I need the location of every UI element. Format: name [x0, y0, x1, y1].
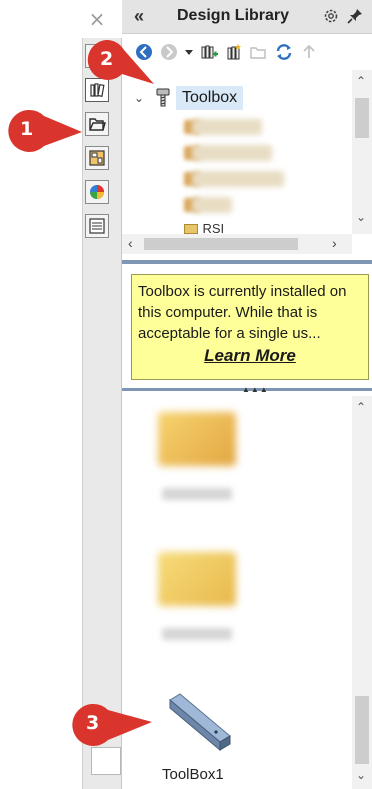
- callout-marker-2: 2: [82, 36, 156, 86]
- scroll-up-icon[interactable]: ⌃: [356, 74, 366, 88]
- forward-icon[interactable]: [159, 42, 179, 62]
- close-icon[interactable]: ×: [86, 8, 108, 30]
- library-tree: ⌄ Toolbox RSI ⌃ ⌄ ‹ ›: [122, 70, 372, 258]
- blurred-tree-item: [192, 171, 284, 187]
- scroll-thumb[interactable]: [355, 696, 369, 764]
- items-vertical-scrollbar[interactable]: ⌃ ⌄: [352, 396, 372, 789]
- partial-tree-item: RSI: [184, 224, 244, 234]
- partial-tree-label: RSI: [202, 224, 225, 234]
- blurred-tree-item: [192, 119, 262, 135]
- blurred-item-label: [162, 628, 232, 640]
- callout-marker-1: 1: [4, 108, 84, 154]
- tabbar-bottom-box: [91, 747, 121, 775]
- settings-icon[interactable]: [322, 7, 340, 25]
- panel-title: Design Library: [177, 7, 290, 24]
- appearances-tab[interactable]: [85, 180, 109, 204]
- collapse-icon[interactable]: «: [134, 6, 144, 26]
- design-library-toolbar: [122, 34, 372, 70]
- appearances-icon: [90, 185, 104, 199]
- design-library-header: « Design Library: [122, 0, 372, 34]
- scroll-right-icon[interactable]: ›: [332, 235, 337, 251]
- blurred-tree-item: [192, 197, 232, 213]
- library-items-panel: ToolBox1 ⌃ ⌄: [122, 396, 372, 789]
- refresh-icon[interactable]: [274, 42, 294, 62]
- blurred-tree-item: [192, 145, 272, 161]
- add-to-library-icon[interactable]: [199, 42, 219, 62]
- scroll-down-icon[interactable]: ⌄: [356, 768, 366, 782]
- blurred-item-label: [162, 488, 232, 500]
- scroll-up-icon[interactable]: ⌃: [356, 400, 366, 414]
- task-pane-tabbar: [82, 38, 122, 789]
- dropdown-icon[interactable]: [184, 42, 194, 62]
- toolbox1-label[interactable]: ToolBox1: [162, 766, 224, 783]
- file-explorer-tab[interactable]: [85, 112, 109, 136]
- toolbox1-thumbnail[interactable]: [164, 692, 236, 754]
- scroll-thumb[interactable]: [355, 98, 369, 138]
- blurred-library-item[interactable]: [158, 412, 236, 466]
- callout-marker-3: 3: [68, 702, 154, 748]
- scroll-thumb[interactable]: [144, 238, 298, 250]
- tree-horizontal-scrollbar[interactable]: ‹ ›: [122, 234, 352, 254]
- toolbox-info-box: Toolbox is currently installed on this c…: [131, 274, 369, 380]
- blurred-library-item[interactable]: [158, 552, 236, 606]
- panel-splitter[interactable]: [122, 260, 372, 264]
- splitter-grip-icon[interactable]: ▲▲▲: [242, 385, 269, 394]
- add-file-location-icon[interactable]: [224, 42, 244, 62]
- info-text: Toolbox is currently installed on this c…: [138, 283, 347, 342]
- view-palette-icon: [89, 150, 105, 166]
- chevron-down-icon[interactable]: ⌄: [134, 91, 148, 105]
- toolbox-tree-item[interactable]: ⌄ Toolbox: [134, 85, 244, 111]
- tree-vertical-scrollbar[interactable]: ⌃ ⌄: [352, 70, 372, 234]
- pin-icon[interactable]: [346, 7, 364, 25]
- info-panel: Toolbox is currently installed on this c…: [122, 268, 372, 382]
- toolbox-label[interactable]: Toolbox: [176, 86, 244, 110]
- custom-properties-icon: [89, 218, 105, 234]
- up-icon[interactable]: [299, 42, 319, 62]
- learn-more-link[interactable]: Learn More: [138, 345, 362, 366]
- folder-icon: [89, 118, 106, 131]
- create-folder-icon[interactable]: [249, 42, 269, 62]
- custom-properties-tab[interactable]: [85, 214, 109, 238]
- scroll-left-icon[interactable]: ‹: [128, 235, 133, 251]
- toolbox-screw-icon: [156, 88, 170, 107]
- scroll-down-icon[interactable]: ⌄: [356, 210, 366, 224]
- view-palette-tab[interactable]: [85, 146, 109, 170]
